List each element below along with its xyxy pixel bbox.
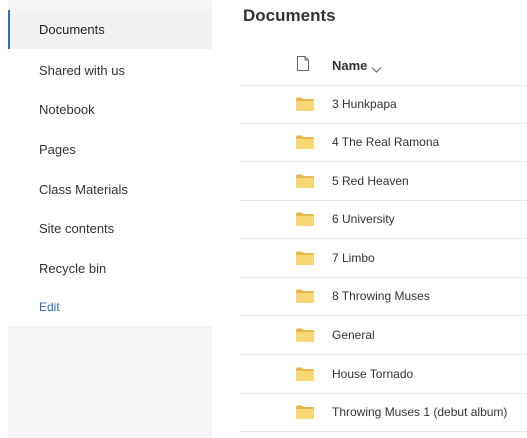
row-name[interactable]: 4 The Real Ramona [332, 124, 439, 161]
nav-item-class-materials[interactable]: Class Materials [8, 170, 212, 209]
nav-item-recycle-bin[interactable]: Recycle bin [8, 249, 212, 288]
chevron-down-icon[interactable] [371, 61, 382, 73]
row-name[interactable]: General [332, 317, 375, 354]
nav-list: Documents Shared with us Notebook Pages … [8, 10, 212, 326]
name-column-header[interactable]: Name [332, 47, 367, 85]
folder-icon [296, 405, 314, 419]
table-row[interactable]: General [241, 317, 527, 355]
table-row[interactable]: 3 Hunkpapa [241, 86, 527, 124]
folder-icon [296, 135, 314, 149]
row-name[interactable]: House Tornado [332, 356, 413, 393]
row-name[interactable]: 6 University [332, 201, 395, 238]
nav-item-documents[interactable]: Documents [8, 10, 212, 49]
row-name[interactable]: 8 Throwing Muses [332, 278, 430, 315]
document-icon[interactable] [297, 56, 309, 71]
row-name[interactable]: Throwing Muses 1 (debut album) [332, 394, 507, 431]
folder-icon [296, 97, 314, 111]
folder-icon [296, 251, 314, 265]
nav-item-pages[interactable]: Pages [8, 130, 212, 169]
left-navigation: Documents Shared with us Notebook Pages … [0, 0, 212, 438]
column-header-row: Name [241, 47, 527, 86]
folder-icon [296, 328, 314, 342]
nav-item-site-contents[interactable]: Site contents [8, 209, 212, 248]
nav-item-notebook[interactable]: Notebook [8, 90, 212, 129]
row-name[interactable]: 3 Hunkpapa [332, 86, 397, 123]
nav-edge [0, 0, 8, 438]
table-row[interactable]: Throwing Muses 1 (debut album) [241, 394, 527, 432]
folder-icon [296, 367, 314, 381]
sharepoint-documents-view: Documents Shared with us Notebook Pages … [0, 0, 527, 438]
folder-icon [296, 289, 314, 303]
table-row[interactable]: 7 Limbo [241, 240, 527, 278]
table-row[interactable]: 6 University [241, 201, 527, 239]
table-row[interactable]: 5 Red Heaven [241, 163, 527, 201]
folder-icon [296, 174, 314, 188]
table-row[interactable]: House Tornado [241, 356, 527, 394]
nav-item-shared-with-us[interactable]: Shared with us [8, 51, 212, 90]
page-title: Documents [243, 6, 336, 25]
folder-icon [296, 212, 314, 226]
row-name[interactable]: 7 Limbo [332, 240, 375, 277]
table-row[interactable]: 4 The Real Ramona [241, 124, 527, 162]
nav-edit-link[interactable]: Edit [8, 288, 212, 327]
row-name[interactable]: 5 Red Heaven [332, 163, 409, 200]
table-row[interactable]: 8 Throwing Muses [241, 278, 527, 316]
